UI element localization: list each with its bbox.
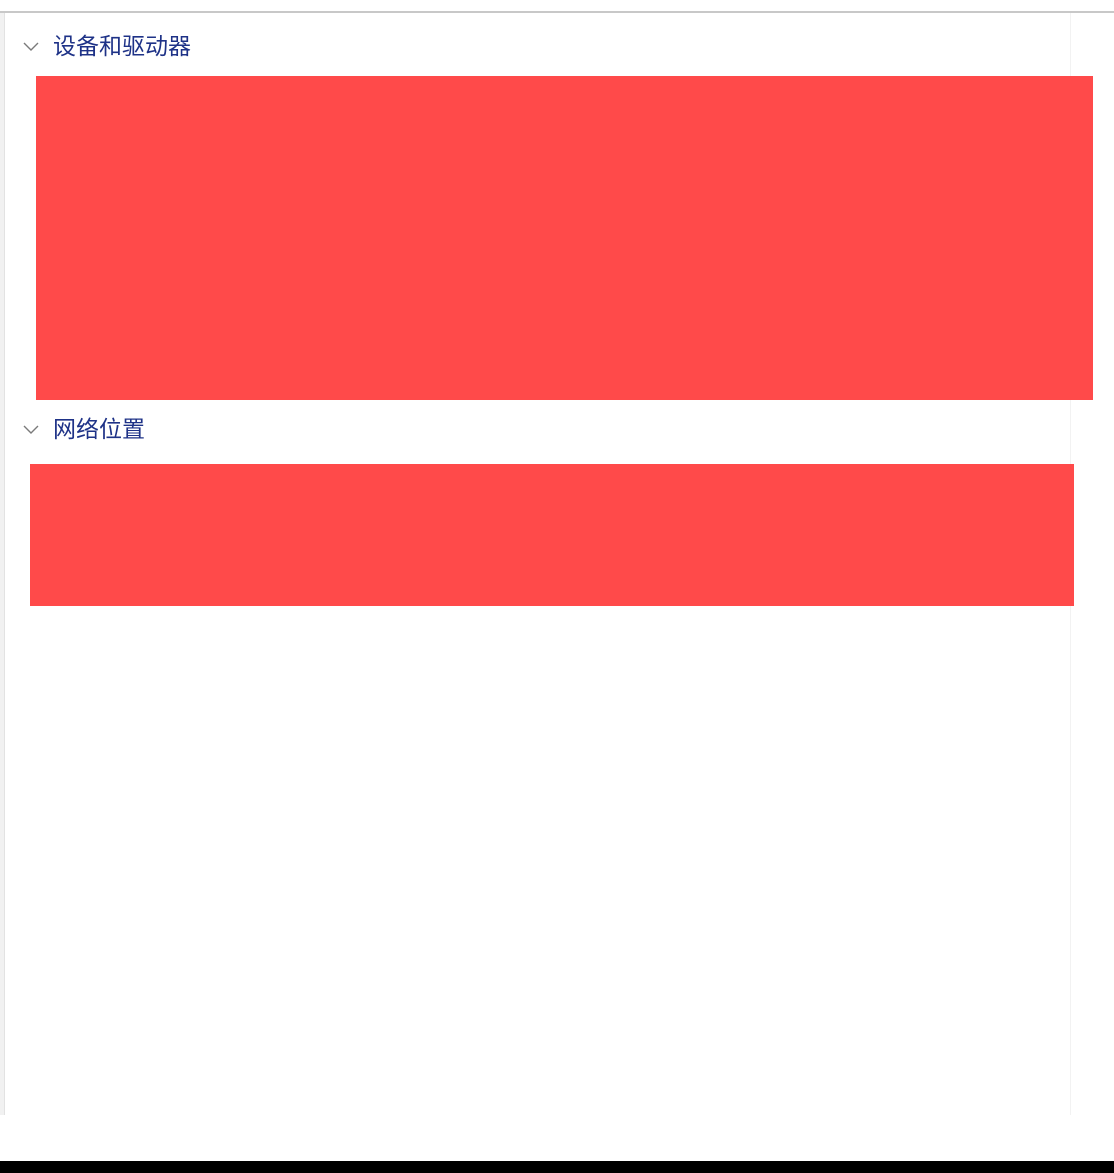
- group-header-label: 网络位置: [53, 417, 145, 443]
- redacted-network-list: [30, 464, 1074, 606]
- file-explorer-content-pane: 设备和驱动器 网络位置: [0, 0, 1114, 1161]
- group-header-network-locations[interactable]: 网络位置: [22, 414, 145, 446]
- group-header-label: 设备和驱动器: [53, 34, 191, 60]
- chevron-down-icon[interactable]: [22, 414, 44, 446]
- taskbar-strip: [0, 1161, 1114, 1173]
- pane-top-border: [0, 11, 1114, 13]
- chevron-down-icon[interactable]: [22, 31, 44, 63]
- group-header-devices-and-drives[interactable]: 设备和驱动器: [22, 31, 191, 63]
- redacted-devices-list: [36, 76, 1093, 400]
- left-splitter[interactable]: [0, 13, 5, 1115]
